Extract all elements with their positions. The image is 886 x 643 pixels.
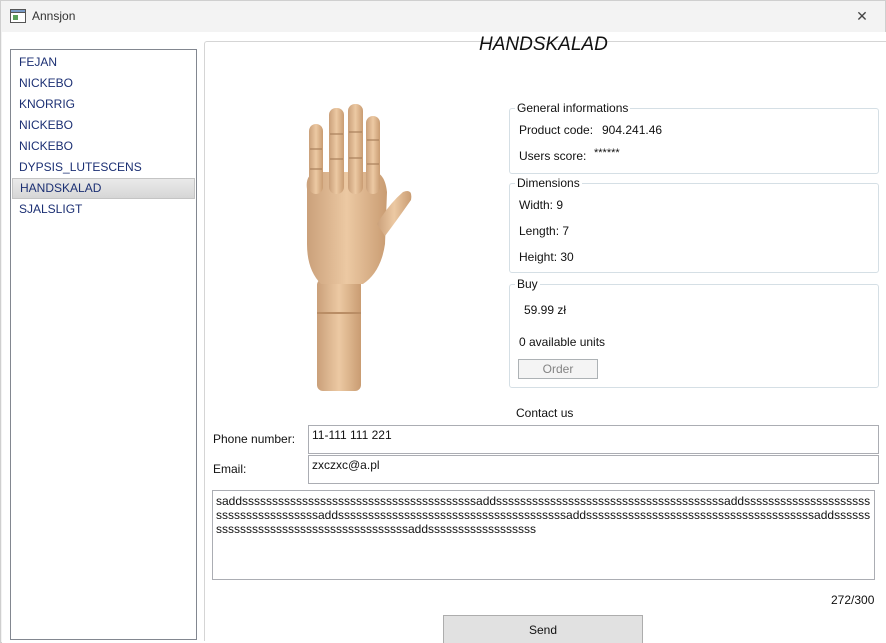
app-window: Annsjon ✕ FEJAN NICKEBO KNORRIG NICKEBO … (0, 0, 886, 643)
product-code-value: 904.241.46 (602, 123, 663, 137)
email-label: Email: (213, 462, 247, 476)
list-item[interactable]: DYPSIS_LUTESCENS (11, 157, 196, 178)
character-counter: 272/300 (831, 593, 875, 607)
window-title: Annsjon (32, 9, 76, 23)
list-item[interactable]: SJALSLIGT (11, 199, 196, 220)
list-item[interactable]: FEJAN (11, 52, 196, 73)
product-list[interactable]: FEJAN NICKEBO KNORRIG NICKEBO NICKEBO DY… (10, 49, 197, 640)
general-info-group: General informations (509, 101, 879, 174)
list-item[interactable]: NICKEBO (11, 136, 196, 157)
phone-input[interactable]: 11-111 111 221 (308, 425, 879, 454)
title-bar[interactable]: Annsjon ✕ (1, 1, 885, 32)
close-button[interactable]: ✕ (839, 1, 885, 32)
email-input[interactable]: zxczxc@a.pl (308, 455, 879, 484)
available-units-text: 0 available units (519, 335, 606, 349)
group-legend: Dimensions (515, 176, 582, 190)
list-item[interactable]: NICKEBO (11, 73, 196, 94)
send-button[interactable]: Send (443, 615, 643, 643)
order-button[interactable]: Order (518, 359, 598, 379)
length-text: Length: 7 (519, 224, 570, 238)
height-text: Height: 30 (519, 250, 574, 264)
users-score-label: Users score: (519, 149, 587, 163)
product-code-label: Product code: (519, 123, 594, 137)
product-image (306, 104, 412, 391)
list-item-selected[interactable]: HANDSKALAD (12, 178, 195, 199)
list-item[interactable]: NICKEBO (11, 115, 196, 136)
group-legend: Buy (515, 277, 540, 291)
product-title: HANDSKALAD (479, 34, 608, 55)
users-score-value: ****** (594, 147, 620, 159)
width-text: Width: 9 (519, 198, 564, 212)
price-text: 59.99 zł (524, 303, 567, 317)
phone-label: Phone number: (213, 432, 296, 446)
list-item[interactable]: KNORRIG (11, 94, 196, 115)
close-icon: ✕ (856, 8, 868, 24)
message-textarea[interactable]: saddssssssssssssssssssssssssssssssssssss… (212, 490, 875, 580)
group-legend: General informations (515, 101, 631, 115)
app-window-icon (10, 9, 26, 23)
contact-heading: Contact us (516, 406, 574, 420)
